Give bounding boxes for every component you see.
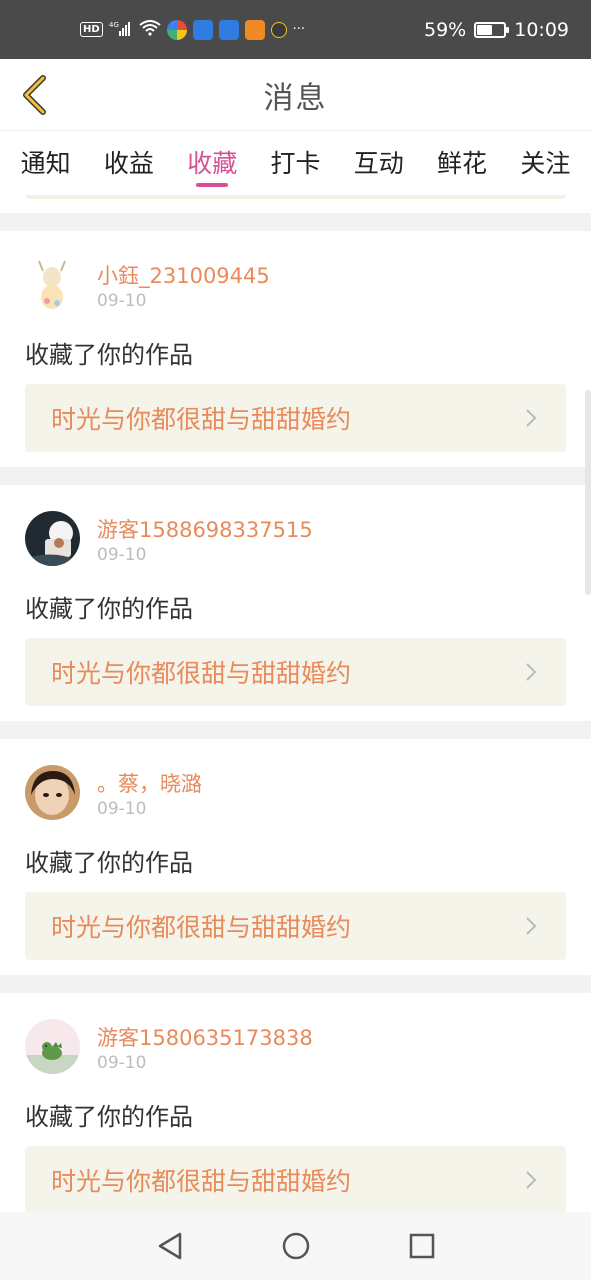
chevron-right-icon [522,409,540,427]
work-link[interactable]: 时光与你都很甜与甜甜婚约 [25,1146,566,1214]
home-circle-icon [282,1232,309,1260]
status-bar: HD 4G ··· 59% 10:09 [0,0,591,59]
recents-square-icon [409,1233,434,1259]
avatar[interactable] [25,1019,80,1074]
avatar[interactable] [25,511,80,566]
app-notification-icon [166,19,187,40]
chevron-right-icon [522,663,540,681]
battery-percent: 59% [424,18,467,41]
app-notification-icon [244,19,265,40]
message-item: 游客1580635173838 09-10 收藏了你的作品时光与你都很甜与甜甜婚约 [0,993,591,1229]
battery-fill [477,24,493,35]
app-notification-icon [270,21,287,38]
tab-underline-divider [25,195,566,199]
tab-item[interactable]: 收藏 [172,131,252,213]
work-title: 时光与你都很甜与甜甜婚约 [51,1167,352,1196]
work-link[interactable]: 时光与你都很甜与甜甜婚约 [25,638,566,706]
list-separator [0,213,591,231]
message-item: 小鈺_231009445 09-10 收藏了你的作品时光与你都很甜与甜甜婚约 [0,231,591,467]
work-title: 时光与你都很甜与甜甜婚约 [51,913,352,942]
status-right: 59% 10:09 [424,19,569,41]
system-nav-bar [0,1212,591,1280]
tab-item[interactable]: 收益 [89,131,169,213]
chevron-right-icon [522,917,540,935]
message-date: 09-10 [97,1053,147,1073]
work-title: 时光与你都很甜与甜甜婚约 [51,405,352,434]
message-item: 。蔡，晓潞 09-10 收藏了你的作品时光与你都很甜与甜甜婚约 [0,739,591,975]
work-link[interactable]: 时光与你都很甜与甜甜婚约 [25,892,566,960]
username[interactable]: 游客1580635173838 [97,1022,313,1052]
message-action-text: 收藏了你的作品 [25,341,193,369]
battery-icon [474,21,510,38]
list-separator [0,721,591,739]
tab-item[interactable]: 鲜花 [422,131,502,213]
more-notifications-icon: ··· [292,22,306,37]
page-title: 消息 [263,80,328,116]
message-date: 09-10 [97,545,147,565]
back-button[interactable] [14,73,54,117]
work-title: 时光与你都很甜与甜甜婚约 [51,659,352,688]
scrollbar[interactable] [585,390,591,595]
avatar[interactable] [25,257,80,312]
message-action-text: 收藏了你的作品 [25,1103,193,1131]
username[interactable]: 游客1588698337515 [97,514,313,544]
signal-icon: 4G [109,20,133,39]
avatar[interactable] [25,765,80,820]
message-date: 09-10 [97,291,147,311]
list-separator [0,467,591,485]
nav-recents-button[interactable] [404,1228,440,1264]
nav-back-button[interactable] [152,1228,188,1264]
username[interactable]: 小鈺_231009445 [97,260,270,290]
message-item: 游客1588698337515 09-10 收藏了你的作品时光与你都很甜与甜甜婚约 [0,485,591,721]
tab-item[interactable]: 打卡 [255,131,335,213]
tab-item[interactable]: 通知 [6,131,86,213]
message-action-text: 收藏了你的作品 [25,595,193,623]
clock: 10:09 [514,18,569,41]
message-list: 小鈺_231009445 09-10 收藏了你的作品 时光与你都很甜与甜甜婚约 游客15… [0,213,591,1229]
tab-bar: 通知 收益 收藏 打卡 互动 鲜花 关注 [0,131,591,213]
status-icons: HD 4G ··· [80,19,306,40]
tab-item[interactable]: 关注 [505,131,585,213]
message-date: 09-10 [97,799,147,819]
chevron-left-icon [23,75,46,115]
username[interactable]: 。蔡，晓潞 [97,768,202,798]
wifi-icon [139,20,161,39]
app-notification-icon [218,19,239,40]
svg-text:4G: 4G [109,21,119,29]
tab-item[interactable]: 互动 [339,131,419,213]
nav-home-button[interactable] [278,1228,314,1264]
list-separator [0,975,591,993]
app-header: 消息 [0,59,591,131]
chevron-right-icon [522,1171,540,1189]
message-action-text: 收藏了你的作品 [25,849,193,877]
app-notification-icon [192,19,213,40]
hd-icon: HD [80,22,103,37]
back-triangle-icon [158,1232,181,1260]
work-link[interactable]: 时光与你都很甜与甜甜婚约 [25,384,566,452]
